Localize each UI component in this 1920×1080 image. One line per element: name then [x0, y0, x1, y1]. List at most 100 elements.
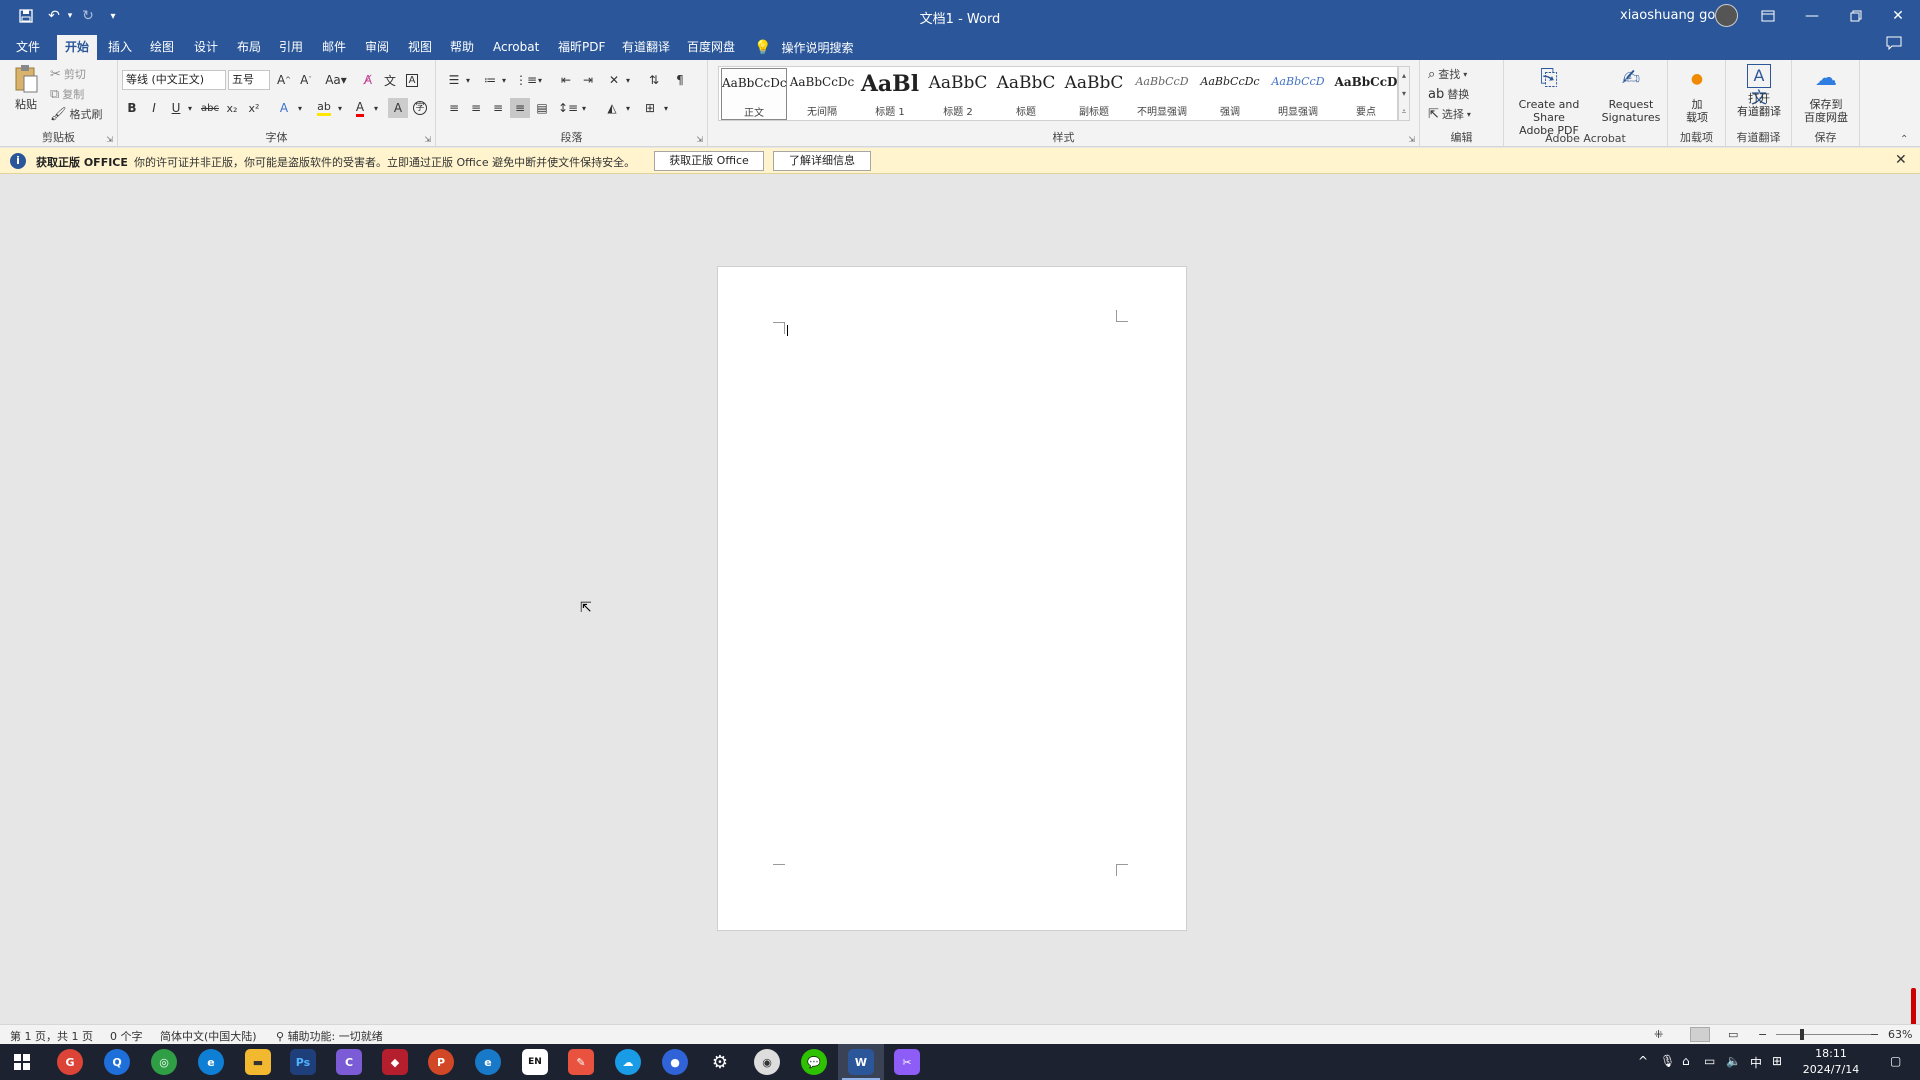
font-size-select[interactable]: 五号: [228, 70, 270, 90]
request-signatures-button[interactable]: ✍ Request Signatures: [1598, 64, 1664, 124]
character-shading-icon[interactable]: A: [388, 98, 408, 118]
show-hidden-icons[interactable]: ^: [1638, 1054, 1648, 1068]
italic-icon[interactable]: I: [144, 98, 164, 118]
highlight-icon[interactable]: ab: [314, 98, 334, 118]
format-painter-button[interactable]: 🖌 格式刷: [50, 106, 103, 122]
tab-draw[interactable]: 绘图: [142, 35, 182, 60]
show-formatting-marks-icon[interactable]: ¶: [670, 70, 690, 90]
style-subtitle[interactable]: AaBbC 副标题: [1061, 68, 1127, 120]
tab-help[interactable]: 帮助: [442, 35, 482, 60]
style-intense-emphasis[interactable]: AaBbCcD 明显强调: [1265, 68, 1331, 120]
microphone-icon[interactable]: 🎙: [1660, 1054, 1675, 1068]
font-color-icon[interactable]: A: [350, 98, 370, 118]
borders-icon[interactable]: ⊞: [640, 98, 660, 118]
increase-indent-icon[interactable]: ⇥: [578, 70, 598, 90]
grow-font-icon[interactable]: A ^: [274, 70, 294, 90]
paragraph-dialog-launcher-icon[interactable]: ⇲: [696, 135, 703, 144]
distributed-icon[interactable]: ▤: [532, 98, 552, 118]
focus-mode-icon[interactable]: ⁜: [1654, 1028, 1663, 1041]
app-icon-violet[interactable]: ✂: [894, 1049, 920, 1075]
accessibility-status[interactable]: ⚲ 辅助功能: 一切就绪: [276, 1028, 383, 1044]
styles-dialog-launcher-icon[interactable]: ⇲: [1408, 135, 1415, 144]
superscript-icon[interactable]: x²: [244, 98, 264, 118]
numbering-dropdown-icon[interactable]: ▾: [498, 70, 510, 90]
tab-acrobat[interactable]: Acrobat: [485, 35, 547, 60]
word-count[interactable]: 0 个字: [110, 1028, 143, 1044]
chinese-layout-dropdown-icon[interactable]: ▾: [622, 70, 634, 90]
style-normal[interactable]: AaBbCcDc 正文: [721, 68, 787, 120]
tab-home[interactable]: 开始: [57, 35, 98, 60]
tab-foxit-pdf[interactable]: 福昕PDF: [550, 35, 613, 60]
print-layout-icon[interactable]: [1690, 1027, 1710, 1042]
font-color-dropdown-icon[interactable]: ▾: [370, 98, 382, 118]
page-count[interactable]: 第 1 页，共 1 页: [10, 1028, 93, 1044]
tab-file[interactable]: 文件: [8, 35, 48, 60]
settings-icon[interactable]: ⚙: [707, 1049, 733, 1075]
underline-dropdown-icon[interactable]: ▾: [184, 98, 196, 118]
ribbon-display-options-icon[interactable]: [1746, 0, 1790, 31]
chrome-icon[interactable]: G: [57, 1049, 83, 1075]
user-name[interactable]: xiaoshuang gou: [1620, 8, 1724, 23]
phonetic-guide-icon[interactable]: 文: [380, 70, 400, 90]
multilevel-list-icon[interactable]: ⋮≡: [515, 70, 537, 90]
zoom-level[interactable]: 63%: [1888, 1028, 1912, 1041]
font-name-select[interactable]: 等线 (中文正文): [122, 70, 226, 90]
avatar[interactable]: [1715, 4, 1738, 27]
tab-view[interactable]: 视图: [400, 35, 440, 60]
app-icon-blue-circle[interactable]: ●: [662, 1049, 688, 1075]
zoom-out-icon[interactable]: −: [1758, 1028, 1767, 1041]
edge-icon[interactable]: e: [198, 1049, 224, 1075]
shading-dropdown-icon[interactable]: ▾: [622, 98, 634, 118]
open-youdao-button[interactable]: A文 打开 有道翻译: [1730, 64, 1788, 118]
app-icon-orange[interactable]: ✎: [568, 1049, 594, 1075]
character-border-icon[interactable]: A: [402, 70, 422, 90]
subscript-icon[interactable]: x₂: [222, 98, 242, 118]
numbering-icon[interactable]: ≔: [480, 70, 500, 90]
line-spacing-icon[interactable]: ↕≡: [558, 98, 578, 118]
close-icon[interactable]: ✕: [1876, 0, 1920, 31]
select-button[interactable]: ⇱ 选择 ▾: [1428, 106, 1471, 122]
powerpoint-icon[interactable]: P: [428, 1049, 454, 1075]
app-icon-grey[interactable]: ◉: [754, 1049, 780, 1075]
tell-me-search[interactable]: 💡 操作说明搜索: [754, 35, 853, 60]
underline-icon[interactable]: U: [166, 98, 186, 118]
notification-center-icon[interactable]: ▢: [1890, 1054, 1901, 1068]
dialog-launcher-icon[interactable]: ⇲: [106, 135, 113, 144]
language-status[interactable]: 简体中文(中国大陆): [160, 1028, 257, 1044]
line-spacing-dropdown-icon[interactable]: ▾: [578, 98, 590, 118]
font-dialog-launcher-icon[interactable]: ⇲: [424, 135, 431, 144]
style-strong[interactable]: AaBbCcD 要点: [1333, 68, 1399, 120]
web-layout-icon[interactable]: ▭: [1728, 1028, 1738, 1041]
word-icon[interactable]: W: [848, 1049, 874, 1075]
restore-icon[interactable]: [1834, 0, 1878, 31]
style-subtle-emphasis[interactable]: AaBbCcD 不明显强调: [1129, 68, 1195, 120]
style-no-spacing[interactable]: AaBbCcDc 无间隔: [789, 68, 855, 120]
close-notification-icon[interactable]: ✕: [1895, 152, 1907, 168]
photoshop-icon[interactable]: Ps: [290, 1049, 316, 1075]
chinese-layout-icon[interactable]: ✕: [604, 70, 624, 90]
shading-icon[interactable]: ◭: [602, 98, 622, 118]
baidu-netdisk-icon[interactable]: ☁: [615, 1049, 641, 1075]
create-share-pdf-button[interactable]: ⎘ Create and Share Adobe PDF: [1506, 64, 1592, 137]
align-left-icon[interactable]: ≡: [444, 98, 464, 118]
tab-review[interactable]: 审阅: [357, 35, 397, 60]
style-heading-1[interactable]: AaBl 标题 1: [857, 68, 923, 120]
chrome-alt-icon[interactable]: ◎: [151, 1049, 177, 1075]
file-explorer-icon[interactable]: ▬: [245, 1049, 271, 1075]
style-emphasis[interactable]: AaBbCcDc 强调: [1197, 68, 1263, 120]
tab-mailings[interactable]: 邮件: [314, 35, 354, 60]
network-icon[interactable]: ⌂: [1682, 1054, 1690, 1068]
borders-dropdown-icon[interactable]: ▾: [660, 98, 672, 118]
display-icon[interactable]: ▭: [1704, 1054, 1715, 1068]
enclose-characters-icon[interactable]: 字: [410, 98, 430, 118]
document-canvas[interactable]: ⇱: [0, 175, 1920, 1030]
zoom-slider-thumb[interactable]: [1800, 1029, 1804, 1040]
find-button[interactable]: ⌕ 查找 ▾: [1428, 66, 1467, 82]
system-clock[interactable]: 18:11 2024/7/14: [1796, 1046, 1866, 1078]
tab-insert[interactable]: 插入: [100, 35, 140, 60]
internet-explorer-icon[interactable]: e: [475, 1049, 501, 1075]
style-heading-2[interactable]: AaBbC 标题 2: [925, 68, 991, 120]
save-to-baidu-button[interactable]: ☁ 保存到 百度网盘: [1796, 64, 1856, 124]
app-icon-red[interactable]: ◆: [382, 1049, 408, 1075]
align-right-icon[interactable]: ≡: [488, 98, 508, 118]
